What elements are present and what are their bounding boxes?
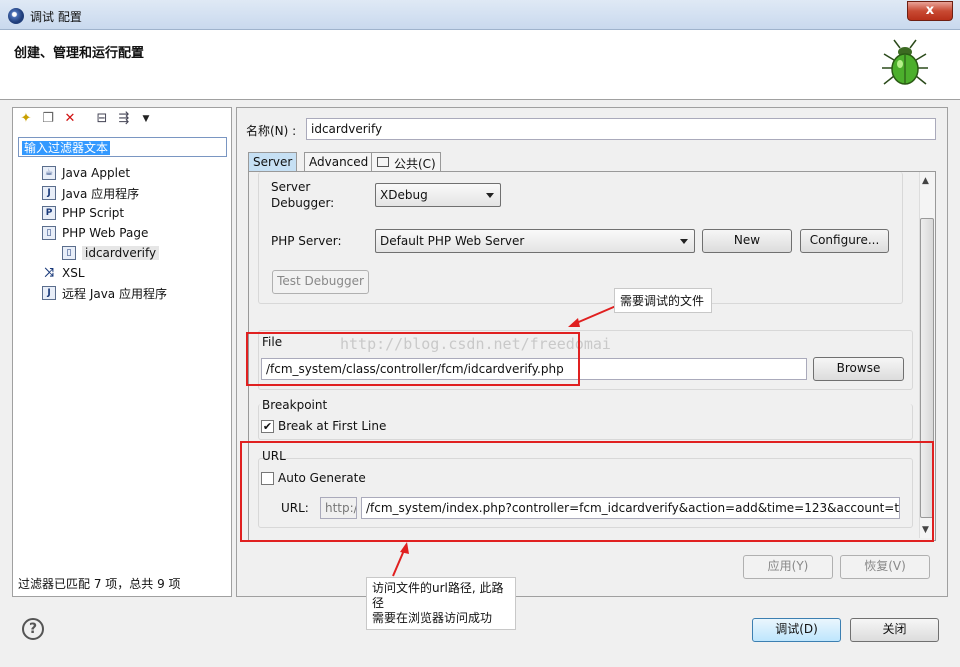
tab-advanced[interactable]: Advanced (304, 152, 374, 172)
collapse-all-icon[interactable]: ⊟ (94, 111, 110, 127)
php-server-select[interactable]: Default PHP Web Server (375, 229, 695, 253)
debug-button[interactable]: 调试(D) (752, 618, 841, 642)
window-close-button[interactable]: x (907, 1, 953, 21)
scroll-up-arrow-icon[interactable]: ▲ (922, 176, 929, 186)
window-title: 调试 配置 (30, 10, 82, 24)
close-button[interactable]: 关闭 (850, 618, 939, 642)
url-annotation-box (240, 441, 934, 542)
apply-button[interactable]: 应用(Y) (743, 555, 833, 579)
file-annotation-box (246, 332, 580, 386)
tree-item-java-applet[interactable]: ☕ Java Applet (42, 164, 130, 182)
java-app-icon: J (42, 186, 56, 200)
filter-input[interactable]: 输入过滤器文本 (18, 137, 227, 157)
new-config-icon[interactable]: ✦ (18, 111, 34, 127)
url-annotation-arrow (392, 542, 409, 577)
chevron-down-icon (486, 193, 494, 198)
eclipse-icon (8, 8, 24, 24)
revert-button[interactable]: 恢复(V) (840, 555, 930, 579)
tree-item-php-web-page[interactable]: ▯ PHP Web Page (42, 224, 148, 242)
header-banner (0, 30, 960, 100)
break-first-line-label: Break at First Line (278, 419, 387, 433)
browse-button[interactable]: Browse (813, 357, 904, 381)
page-title: 创建、管理和运行配置 (14, 46, 145, 61)
tree-item-idcardverify[interactable]: ▯ idcardverify (62, 244, 160, 262)
filter-placeholder: 输入过滤器文本 (22, 141, 111, 155)
configure-button[interactable]: Configure... (800, 229, 889, 253)
break-first-line-checkbox[interactable]: ✔ (261, 420, 274, 433)
php-web-page-icon: ▯ (42, 226, 56, 240)
server-debugger-select[interactable]: XDebug (375, 183, 501, 207)
file-annotation-note: 需要调试的文件 (614, 288, 712, 313)
duplicate-icon[interactable]: ❐ (40, 111, 56, 127)
xsl-icon: ⤨ (44, 265, 54, 279)
delete-icon[interactable]: ✕ (62, 111, 78, 127)
tab-server[interactable]: Server (248, 152, 298, 172)
php-script-icon: P (42, 206, 56, 220)
title-bar (0, 0, 960, 30)
java-applet-icon: ☕ (42, 166, 56, 180)
url-annotation-note: 访问文件的url路径, 此路径 需要在浏览器访问成功 (366, 577, 516, 630)
new-server-button[interactable]: New (702, 229, 792, 253)
dropdown-arrow-icon[interactable]: ▼ (138, 111, 154, 127)
test-debugger-button[interactable]: Test Debugger (272, 270, 369, 294)
filter-status: 过滤器已匹配 7 项，总共 9 项 (18, 577, 181, 591)
common-tab-icon (377, 157, 389, 167)
server-debugger-label: Server Debugger: (271, 180, 335, 210)
php-web-page-icon: ▯ (62, 246, 76, 260)
tab-common[interactable]: 公共(C) (371, 152, 441, 172)
breakpoint-label: Breakpoint (262, 398, 328, 412)
tree-item-php-script[interactable]: P PHP Script (42, 204, 124, 222)
file-annotation-arrow (568, 305, 617, 327)
filter-icon[interactable]: ⇶ (116, 111, 132, 127)
php-server-label: PHP Server: (271, 234, 342, 248)
tree-item-java-app[interactable]: J Java 应用程序 (42, 184, 139, 202)
remote-java-icon: J (42, 286, 56, 300)
help-icon[interactable]: ? (22, 618, 44, 640)
debug-bug-icon (882, 39, 928, 85)
name-label: 名称(N) : (246, 124, 297, 138)
name-input[interactable]: idcardverify (306, 118, 936, 140)
tree-item-remote-java[interactable]: J 远程 Java 应用程序 (42, 284, 167, 302)
tree-item-xsl[interactable]: ⤨ XSL (42, 264, 84, 282)
chevron-down-icon (680, 239, 688, 244)
